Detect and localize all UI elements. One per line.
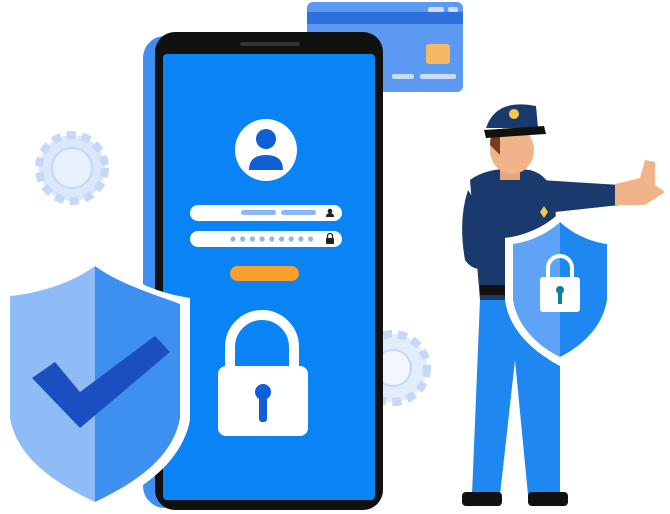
- password-dots: [230, 236, 314, 242]
- password-dot: [278, 236, 285, 242]
- avatar-icon: [235, 119, 297, 181]
- password-dot: [298, 236, 304, 242]
- security-illustration: [2, 2, 665, 512]
- login-button[interactable]: [230, 266, 299, 281]
- police-officer-figure: [462, 104, 665, 506]
- password-input[interactable]: [190, 231, 342, 247]
- gear-left-icon: [35, 131, 109, 205]
- password-dot: [249, 236, 255, 242]
- password-dot: [269, 236, 275, 242]
- password-dot: [230, 236, 236, 242]
- username-input[interactable]: [190, 205, 342, 221]
- password-dot: [288, 236, 294, 242]
- password-dot: [308, 236, 314, 242]
- password-dot: [240, 236, 246, 242]
- password-dot: [259, 236, 265, 242]
